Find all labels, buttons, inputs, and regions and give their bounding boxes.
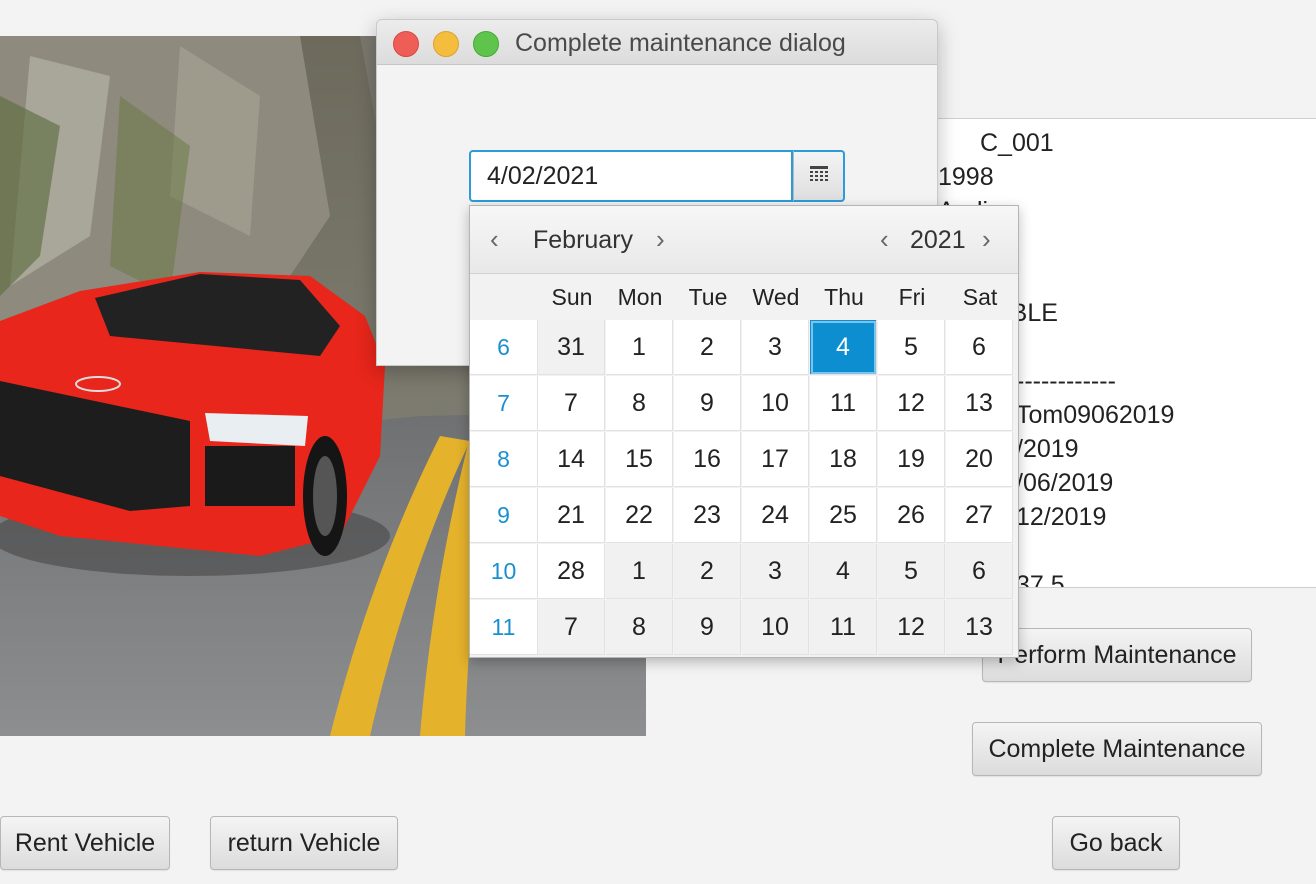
day-of-week-header: Fri: [898, 284, 926, 310]
day-of-week-header: Sun: [551, 284, 593, 310]
calendar-day-cell[interactable]: 11: [810, 376, 877, 431]
previous-year-icon[interactable]: ‹: [880, 224, 889, 255]
calendar-day-cell[interactable]: 5: [878, 544, 945, 599]
calendar-day-cell[interactable]: 23: [674, 488, 741, 543]
calendar-day-cell[interactable]: 5: [878, 320, 945, 375]
calendar-day-cell[interactable]: 3: [742, 320, 809, 375]
calendar-day-cell[interactable]: 12: [878, 600, 945, 655]
calendar-day-cell[interactable]: 3: [742, 544, 809, 599]
calendar-day-cell[interactable]: 4: [810, 320, 877, 375]
calendar-toggle-button[interactable]: [793, 150, 845, 202]
details-line: 37.5: [1016, 571, 1065, 588]
date-picker-popup: ‹ February › ‹ 2021 › Sun Mon Tue Wed Thu Fri…: [469, 205, 1019, 658]
calendar-day-cell[interactable]: 1: [606, 320, 673, 375]
calendar-day-cell[interactable]: 13: [946, 600, 1013, 655]
calendar-day-cell[interactable]: 25: [810, 488, 877, 543]
calendar-day-cell[interactable]: 8: [606, 600, 673, 655]
details-line: 1998: [938, 163, 994, 191]
calendar-day-cell[interactable]: 6: [946, 320, 1013, 375]
calendar-day-cell[interactable]: 28: [538, 544, 605, 599]
calendar-day-cell[interactable]: 17: [742, 432, 809, 487]
calendar-header: ‹ February › ‹ 2021 ›: [470, 206, 1018, 274]
week-number: 9: [470, 488, 538, 543]
calendar-day-cell[interactable]: 16: [674, 432, 741, 487]
calendar-day-cell[interactable]: 1: [606, 544, 673, 599]
day-of-week-header: Tue: [688, 284, 728, 310]
calendar-day-cell[interactable]: 11: [810, 600, 877, 655]
calendar-icon: [809, 165, 828, 187]
dialog-titlebar: Complete maintenance dialog: [377, 20, 937, 65]
details-line: /06/2019: [1016, 469, 1114, 497]
details-line: ------------: [1016, 367, 1116, 395]
maximize-window-button[interactable]: [473, 31, 499, 57]
complete-maintenance-button[interactable]: Complete Maintenance: [972, 722, 1262, 776]
calendar-day-cell[interactable]: 4: [810, 544, 877, 599]
perform-maintenance-button[interactable]: Perform Maintenance: [982, 628, 1252, 682]
calendar-day-cell[interactable]: 13: [946, 376, 1013, 431]
calendar-day-cell[interactable]: 9: [674, 376, 741, 431]
return-vehicle-button[interactable]: return Vehicle: [210, 816, 398, 870]
minimize-window-button[interactable]: [433, 31, 459, 57]
calendar-day-cell[interactable]: 6: [946, 544, 1013, 599]
calendar-day-cell[interactable]: 7: [538, 376, 605, 431]
calendar-day-cell[interactable]: 31: [538, 320, 605, 375]
calendar-day-cell[interactable]: 15: [606, 432, 673, 487]
details-line: C_001: [980, 129, 1054, 157]
calendar-day-cell[interactable]: 21: [538, 488, 605, 543]
calendar-day-cell[interactable]: 2: [674, 544, 741, 599]
details-line: 12/2019: [1016, 503, 1107, 531]
calendar-day-cell[interactable]: 18: [810, 432, 877, 487]
day-of-week-header: Thu: [824, 284, 864, 310]
day-of-week-header: Mon: [617, 284, 663, 310]
details-line: /2019: [1016, 435, 1079, 463]
details-line: Tom09062019: [1016, 401, 1175, 429]
go-back-button[interactable]: Go back: [1052, 816, 1180, 870]
week-number: 11: [470, 600, 538, 655]
close-window-button[interactable]: [393, 31, 419, 57]
day-of-week-header: Sat: [962, 284, 998, 310]
calendar-day-cell[interactable]: 12: [878, 376, 945, 431]
calendar-day-cell[interactable]: 26: [878, 488, 945, 543]
rent-vehicle-button[interactable]: Rent Vehicle: [0, 816, 170, 870]
week-number: 7: [470, 376, 538, 431]
calendar-day-cell[interactable]: 2: [674, 320, 741, 375]
week-number: 8: [470, 432, 538, 487]
calendar-year-label: 2021: [910, 226, 966, 254]
next-month-icon[interactable]: ›: [656, 224, 665, 255]
calendar-day-cell[interactable]: 14: [538, 432, 605, 487]
calendar-day-cell[interactable]: 27: [946, 488, 1013, 543]
next-year-icon[interactable]: ›: [982, 224, 991, 255]
day-of-week-header: Wed: [752, 284, 800, 310]
calendar-day-cell[interactable]: 10: [742, 376, 809, 431]
calendar-day-cell[interactable]: 24: [742, 488, 809, 543]
dialog-title: Complete maintenance dialog: [515, 29, 846, 57]
calendar-day-cell[interactable]: 8: [606, 376, 673, 431]
calendar-day-cell[interactable]: 22: [606, 488, 673, 543]
calendar-day-cell[interactable]: 7: [538, 600, 605, 655]
calendar-day-cell[interactable]: 19: [878, 432, 945, 487]
calendar-day-cell[interactable]: 10: [742, 600, 809, 655]
calendar-day-cell[interactable]: 20: [946, 432, 1013, 487]
date-picker-input[interactable]: 4/02/2021: [469, 150, 793, 202]
calendar-month-label: February: [533, 226, 634, 254]
week-number: 10: [470, 544, 538, 599]
previous-month-icon[interactable]: ‹: [490, 224, 499, 255]
calendar-day-cell[interactable]: 9: [674, 600, 741, 655]
week-number: 6: [470, 320, 538, 375]
